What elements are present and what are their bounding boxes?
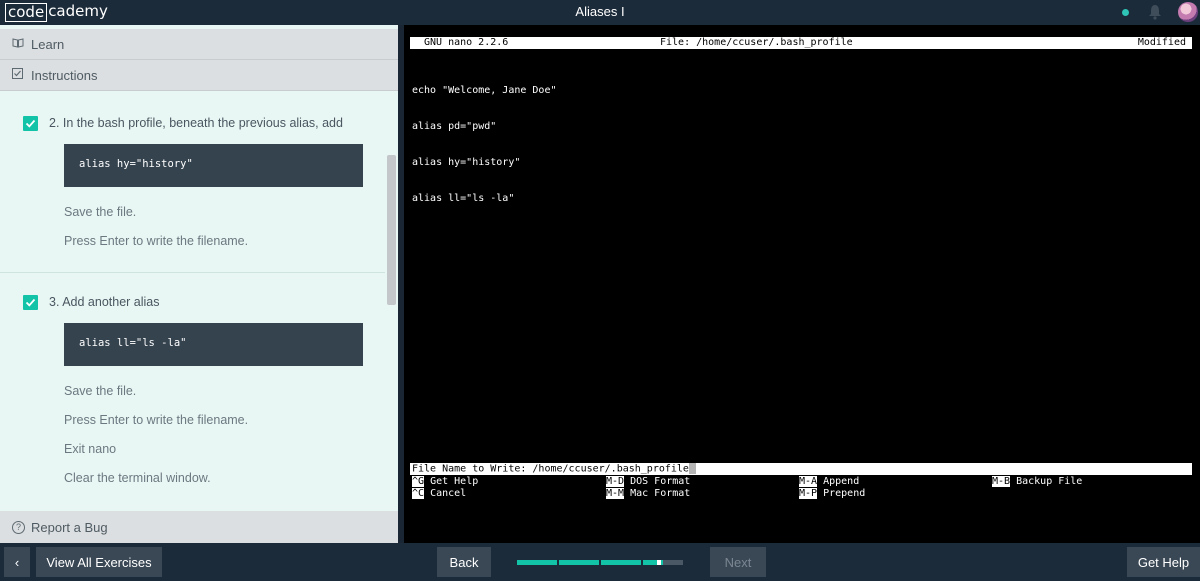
nano-version: GNU nano 2.2.6 bbox=[424, 37, 509, 48]
step-3-text: Save the file. bbox=[64, 384, 137, 398]
shortcut-dos-format: M-D DOS Format bbox=[606, 476, 691, 487]
nano-buffer[interactable]: echo "Welcome, Jane Doe" alias pd="pwd" … bbox=[412, 61, 557, 229]
step-3-code: alias ll="ls -la" bbox=[64, 323, 363, 366]
shortcut-append: M-A Append bbox=[799, 476, 860, 487]
step-2-text: Save the file. bbox=[64, 205, 137, 219]
buffer-line: alias pd="pwd" bbox=[412, 121, 497, 132]
shortcut-prepend: M-P Prepend bbox=[799, 488, 866, 499]
tab-learn[interactable]: Learn bbox=[0, 29, 398, 60]
step-2-text: Press Enter to write the filename. bbox=[64, 234, 249, 248]
report-bug-button[interactable]: ? Report a Bug bbox=[0, 511, 398, 543]
progress-current-marker bbox=[657, 560, 661, 565]
tab-instructions-label: Instructions bbox=[31, 67, 98, 83]
get-help-button[interactable]: Get Help bbox=[1127, 547, 1200, 577]
book-icon bbox=[12, 37, 25, 51]
check-icon bbox=[25, 298, 36, 307]
shortcut-cancel: ^C Cancel bbox=[412, 488, 467, 499]
lesson-title: Aliases I bbox=[575, 4, 625, 19]
chevron-left-icon: ‹ bbox=[14, 554, 20, 570]
step-divider bbox=[0, 272, 385, 273]
view-all-exercises-button[interactable]: View All Exercises bbox=[36, 547, 162, 577]
progress-segment bbox=[517, 560, 557, 565]
check-icon bbox=[25, 119, 36, 128]
step-3-title: 3. Add another alias bbox=[49, 295, 160, 309]
buffer-line: alias hy="history" bbox=[412, 157, 521, 168]
shortcut-get-help: ^G Get Help bbox=[412, 476, 479, 487]
top-bar: code cademy Aliases I bbox=[0, 0, 1200, 25]
progress-segment bbox=[559, 560, 599, 565]
status-dot-icon bbox=[1122, 9, 1129, 16]
report-bug-label: Report a Bug bbox=[31, 519, 108, 535]
progress-segment bbox=[601, 560, 641, 565]
tab-learn-label: Learn bbox=[31, 36, 65, 52]
avatar[interactable] bbox=[1178, 2, 1198, 22]
checkbox-icon bbox=[12, 68, 25, 82]
instructions-scrollbar[interactable] bbox=[387, 155, 396, 305]
collapse-panel-button[interactable]: ‹ bbox=[4, 547, 30, 577]
nano-modified: Modified bbox=[1137, 37, 1186, 48]
nano-file-header: File: /home/ccuser/.bash_profile bbox=[660, 37, 853, 48]
step-2-checkbox[interactable] bbox=[23, 116, 38, 131]
filename-prompt[interactable]: File Name to Write: /home/ccuser/.bash_p… bbox=[410, 463, 1192, 475]
tab-instructions[interactable]: Instructions bbox=[0, 60, 398, 91]
progress-segment bbox=[643, 560, 683, 565]
buffer-line: echo "Welcome, Jane Doe" bbox=[412, 85, 557, 96]
text-cursor bbox=[688, 463, 696, 474]
step-2-title: 2. In the bash profile, beneath the prev… bbox=[49, 116, 343, 130]
step-2-code: alias hy="history" bbox=[64, 144, 363, 187]
bell-icon[interactable] bbox=[1148, 3, 1162, 21]
instruction-steps: 2. In the bash profile, beneath the prev… bbox=[0, 92, 385, 512]
nano-title-bar: GNU nano 2.2.6 File: /home/ccuser/.bash_… bbox=[410, 37, 1192, 49]
step-3-text: Clear the terminal window. bbox=[64, 471, 211, 485]
bottom-bar: ‹ View All Exercises Back Next Get Help bbox=[0, 543, 1200, 581]
filename-prompt-text: File Name to Write: /home/ccuser/.bash_p… bbox=[412, 463, 689, 475]
terminal[interactable]: GNU nano 2.2.6 File: /home/ccuser/.bash_… bbox=[404, 25, 1200, 543]
help-circle-icon: ? bbox=[12, 520, 25, 534]
next-button[interactable]: Next bbox=[710, 547, 766, 577]
shortcut-backup-file: M-B Backup File bbox=[992, 476, 1083, 487]
shortcut-mac-format: M-M Mac Format bbox=[606, 488, 691, 499]
back-button[interactable]: Back bbox=[437, 547, 491, 577]
step-3-checkbox[interactable] bbox=[23, 295, 38, 310]
instructions-panel: Learn Instructions 2. In the bash profil… bbox=[0, 25, 398, 543]
buffer-line: alias ll="ls -la" bbox=[412, 193, 515, 204]
step-3-text: Press Enter to write the filename. bbox=[64, 413, 249, 427]
step-3-text: Exit nano bbox=[64, 442, 117, 456]
